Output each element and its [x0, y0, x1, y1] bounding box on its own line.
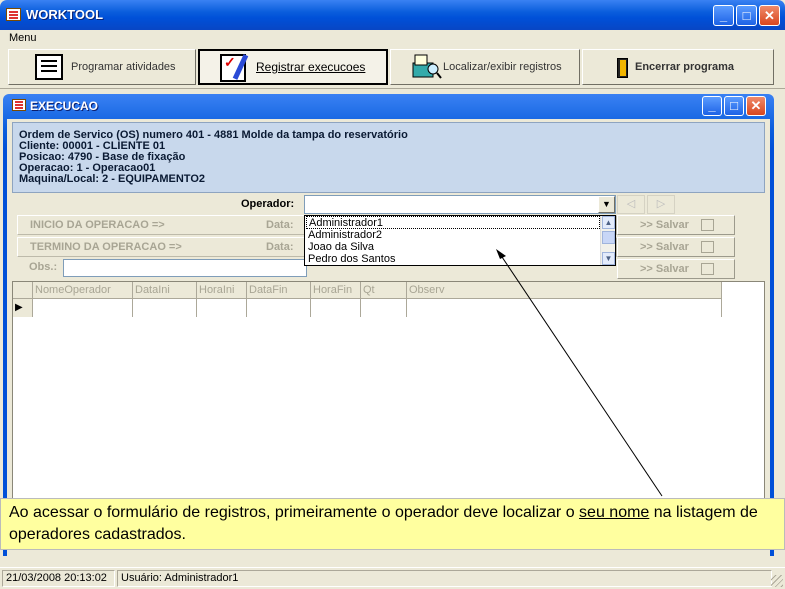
document-list-icon: [35, 54, 63, 80]
row-indicator-icon: ▶: [13, 299, 33, 317]
app-title: WORKTOOL: [26, 7, 104, 22]
dropdown-option[interactable]: Pedro dos Santos: [306, 253, 395, 266]
table-cell[interactable]: [197, 299, 247, 317]
grid-col-header[interactable]: DataFin: [247, 282, 311, 299]
status-user: Usuário: Administrador1: [117, 570, 772, 587]
checklist-pen-icon: [220, 54, 246, 82]
minimize-button[interactable]: _: [713, 5, 734, 26]
order-info-panel: Ordem de Servico (OS) numero 401 - 4881 …: [12, 122, 765, 193]
programar-label: Programar atividades: [71, 61, 176, 73]
window-icon: [12, 99, 26, 111]
inicio-data-label: Data:: [266, 219, 294, 231]
table-cell[interactable]: [33, 299, 133, 317]
scroll-up-icon[interactable]: ▲: [602, 216, 615, 229]
registrar-label: Registrar execucoes: [256, 60, 366, 74]
close-button[interactable]: ✕: [759, 5, 780, 26]
inicio-label: INICIO DA OPERACAO =>: [30, 219, 165, 231]
dropdown-scrollbar[interactable]: ▲ ▼: [600, 216, 615, 265]
child-minimize-button[interactable]: _: [702, 96, 722, 116]
scroll-thumb[interactable]: [602, 231, 615, 244]
grid-header: NomeOperador DataIni HoraIni DataFin Hor…: [13, 282, 722, 299]
salvar-termino-button[interactable]: >> Salvar: [617, 237, 735, 257]
salvar-inicio-label: >> Salvar: [640, 219, 689, 231]
grid-col-header[interactable]: DataIni: [133, 282, 197, 299]
grid-corner: [13, 282, 33, 299]
table-cell[interactable]: [361, 299, 407, 317]
callout-underlined: seu nome: [579, 504, 650, 521]
child-maximize-button[interactable]: □: [724, 96, 744, 116]
operador-label: Operador:: [241, 198, 295, 210]
registrar-execucoes-button[interactable]: Registrar execucoes: [198, 49, 388, 85]
table-cell[interactable]: [407, 299, 722, 317]
table-row[interactable]: ▶: [13, 299, 722, 317]
prev-button[interactable]: ◁: [617, 195, 645, 214]
salvar-inicio-button[interactable]: >> Salvar: [617, 215, 735, 235]
statusbar: 21/03/2008 20:13:02 Usuário: Administrad…: [0, 567, 785, 589]
save-icon: [701, 241, 714, 253]
dropdown-option[interactable]: Administrador1: [306, 216, 600, 229]
obs-input[interactable]: [63, 259, 307, 277]
encerrar-label: Encerrar programa: [635, 61, 735, 73]
save-icon: [701, 219, 714, 231]
grid-col-header[interactable]: HoraFin: [311, 282, 361, 299]
localizar-label: Localizar/exibir registros: [443, 61, 562, 73]
callout-text-before: Ao acessar o formulário de registros, pr…: [9, 504, 580, 521]
table-cell[interactable]: [133, 299, 197, 317]
salvar-termino-label: >> Salvar: [640, 241, 689, 253]
termino-label: TERMINO DA OPERACAO =>: [30, 241, 182, 253]
operador-dropdown-list: Administrador1 Administrador2 Joao da Si…: [304, 215, 616, 266]
table-cell[interactable]: [311, 299, 361, 317]
scroll-down-icon[interactable]: ▼: [602, 252, 615, 265]
exit-door-icon: [617, 58, 628, 78]
execucao-window: EXECUCAO _ □ ✕ Ordem de Servico (OS) num…: [3, 94, 774, 556]
encerrar-programa-button[interactable]: Encerrar programa: [582, 49, 774, 85]
search-records-icon: [411, 53, 443, 81]
next-button[interactable]: ▷: [647, 195, 675, 214]
table-cell[interactable]: [247, 299, 311, 317]
grid-col-header[interactable]: Qt Horas: [361, 282, 407, 299]
grid-col-header[interactable]: HoraIni: [197, 282, 247, 299]
combo-arrow-icon[interactable]: ▼: [598, 196, 615, 213]
status-datetime: 21/03/2008 20:13:02: [2, 570, 115, 587]
menu-item[interactable]: Menu: [9, 32, 37, 44]
window-body: Ordem de Servico (OS) numero 401 - 4881 …: [7, 119, 770, 556]
records-grid: NomeOperador DataIni HoraIni DataFin Hor…: [12, 281, 765, 527]
menubar: Menu: [0, 30, 785, 47]
salvar-obs-label: >> Salvar: [640, 263, 689, 275]
salvar-obs-button[interactable]: >> Salvar: [617, 259, 735, 279]
programar-atividades-button[interactable]: Programar atividades: [8, 49, 196, 85]
app-icon: [6, 8, 21, 21]
operador-combobox[interactable]: ▼: [304, 195, 616, 214]
termino-data-label: Data:: [266, 241, 294, 253]
save-icon: [701, 263, 714, 275]
localizar-exibir-button[interactable]: Localizar/exibir registros: [390, 49, 580, 85]
app-titlebar: WORKTOOL _ □ ✕: [0, 0, 785, 30]
grid-col-header[interactable]: NomeOperador: [33, 282, 133, 299]
maximize-button[interactable]: □: [736, 5, 757, 26]
resize-grip-icon[interactable]: [771, 575, 783, 587]
child-close-button[interactable]: ✕: [746, 96, 766, 116]
instruction-callout: Ao acessar o formulário de registros, pr…: [0, 498, 785, 550]
obs-label: Obs.:: [29, 261, 58, 273]
toolbar: Programar atividades Registrar execucoes…: [0, 47, 785, 89]
window-title: EXECUCAO: [30, 99, 99, 113]
info-line-maquina: Maquina/Local: 2 - EQUIPAMENTO2: [19, 173, 206, 185]
grid-col-header[interactable]: Observ: [407, 282, 722, 299]
